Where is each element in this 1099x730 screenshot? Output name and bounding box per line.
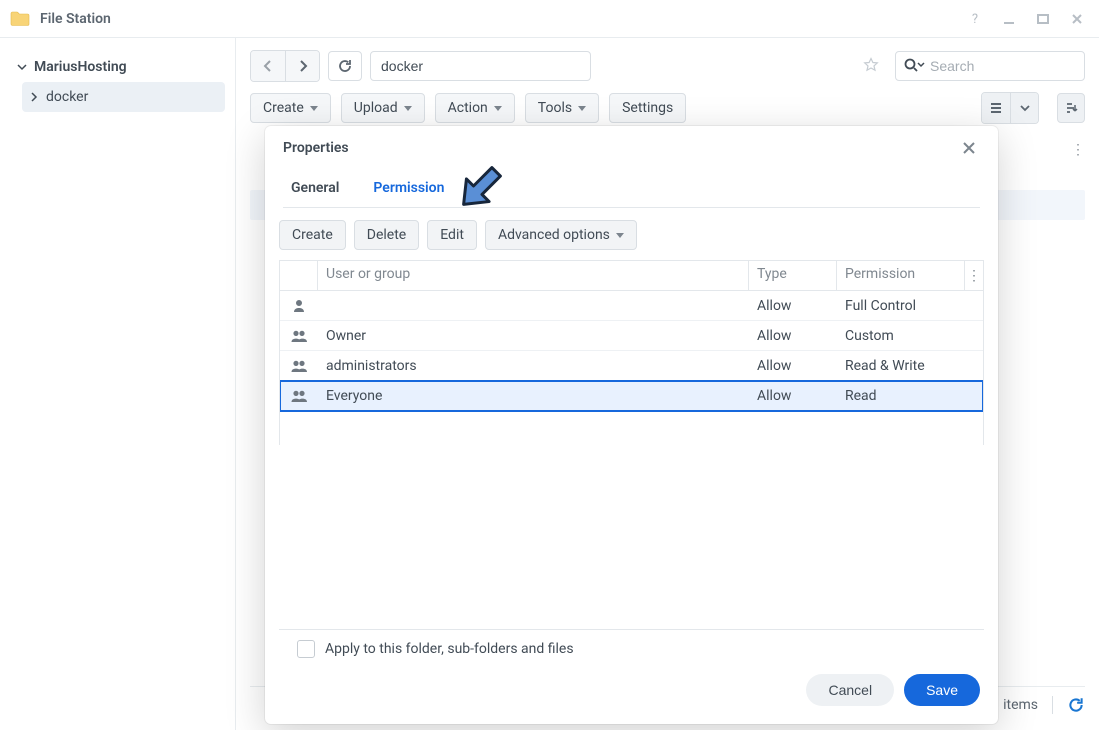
tree-root-label: MariusHosting <box>34 59 127 75</box>
group-icon <box>280 328 318 344</box>
settings-label: Settings <box>622 100 673 116</box>
view-dropdown-button[interactable] <box>1010 93 1038 123</box>
perm-edit-button[interactable]: Edit <box>427 220 477 250</box>
window-titlebar: File Station ? <box>0 0 1099 38</box>
row-overflow-icon[interactable]: ⋮ <box>1071 142 1085 158</box>
cell-permission: Read & Write <box>837 358 983 374</box>
table-row[interactable]: AllowFull Control <box>280 291 983 321</box>
cell-type: Allow <box>749 328 837 344</box>
upload-label: Upload <box>354 100 398 116</box>
sort-button[interactable] <box>1057 93 1085 123</box>
upload-button[interactable]: Upload <box>341 93 425 123</box>
chevron-down-icon <box>578 106 586 111</box>
col-type[interactable]: Type <box>749 261 837 290</box>
dialog-close-button[interactable] <box>958 137 980 159</box>
cell-permission: Full Control <box>837 298 983 314</box>
cell-type: Allow <box>749 298 837 314</box>
cell-user: administrators <box>318 358 749 374</box>
perm-delete-label: Delete <box>367 227 406 243</box>
perm-advanced-button[interactable]: Advanced options <box>485 220 637 250</box>
svg-text:?: ? <box>972 12 978 27</box>
tab-general[interactable]: General <box>283 170 347 208</box>
tree-item-label: docker <box>46 89 88 105</box>
cell-type: Allow <box>749 358 837 374</box>
status-divider <box>1052 696 1053 714</box>
tree-root[interactable]: MariusHosting <box>10 52 225 82</box>
help-button[interactable]: ? <box>963 7 987 31</box>
apply-recursive-checkbox[interactable] <box>297 640 315 658</box>
chevron-down-icon <box>616 233 624 238</box>
col-menu-icon[interactable]: ⋮ <box>965 261 983 290</box>
tab-general-label: General <box>291 180 339 196</box>
maximize-button[interactable] <box>1031 7 1055 31</box>
view-list-button[interactable] <box>982 93 1010 123</box>
action-label: Action <box>448 100 488 116</box>
reload-button[interactable] <box>328 51 362 81</box>
items-label: items <box>1003 697 1038 713</box>
save-button[interactable]: Save <box>904 674 980 706</box>
chevron-down-icon <box>404 106 412 111</box>
perm-create-label: Create <box>292 227 333 243</box>
col-user[interactable]: User or group <box>318 261 749 290</box>
nav-group <box>250 50 320 82</box>
group-icon <box>280 358 318 374</box>
cell-permission: Read <box>837 388 983 404</box>
nav-back-button[interactable] <box>251 51 285 81</box>
chevron-down-icon <box>494 106 502 111</box>
star-icon[interactable] <box>863 57 879 73</box>
table-header: User or group Type Permission ⋮ <box>280 261 983 291</box>
perm-edit-label: Edit <box>440 227 464 243</box>
col-permission[interactable]: Permission <box>837 261 965 290</box>
perm-delete-button[interactable]: Delete <box>354 220 419 250</box>
person-icon <box>280 298 318 314</box>
permissions-table: User or group Type Permission ⋮ AllowFul… <box>279 260 984 445</box>
apply-recursive-label: Apply to this folder, sub-folders and fi… <box>325 641 574 657</box>
perm-advanced-label: Advanced options <box>498 227 610 243</box>
cancel-button[interactable]: Cancel <box>806 674 894 706</box>
close-button[interactable] <box>1065 7 1089 31</box>
cell-user: Owner <box>318 328 749 344</box>
window-title: File Station <box>40 11 111 27</box>
tab-permission-label: Permission <box>373 180 444 196</box>
sidebar: MariusHosting docker <box>0 38 236 730</box>
properties-dialog: Properties General Permission Create Del… <box>265 126 998 724</box>
folder-icon <box>10 11 30 27</box>
dialog-title: Properties <box>283 140 349 156</box>
cell-permission: Custom <box>837 328 983 344</box>
chevron-down-icon <box>310 106 318 111</box>
cell-user: Everyone <box>318 388 749 404</box>
path-input[interactable] <box>370 51 591 81</box>
create-button[interactable]: Create <box>250 93 331 123</box>
search-icon <box>903 57 923 73</box>
create-label: Create <box>263 100 304 116</box>
tab-permission[interactable]: Permission <box>365 170 452 208</box>
action-button[interactable]: Action <box>435 93 515 123</box>
perm-create-button[interactable]: Create <box>279 220 346 250</box>
table-row[interactable]: OwnerAllowCustom <box>280 321 983 351</box>
nav-forward-button[interactable] <box>285 51 319 81</box>
settings-button[interactable]: Settings <box>609 93 686 123</box>
table-row[interactable]: administratorsAllowRead & Write <box>280 351 983 381</box>
group-icon <box>280 388 318 404</box>
tools-button[interactable]: Tools <box>525 93 599 123</box>
minimize-button[interactable] <box>997 7 1021 31</box>
cell-type: Allow <box>749 388 837 404</box>
caret-down-icon <box>16 61 28 73</box>
tools-label: Tools <box>538 100 572 116</box>
table-row[interactable]: EveryoneAllowRead <box>280 381 983 411</box>
tree-item-docker[interactable]: docker <box>22 82 225 112</box>
status-refresh-button[interactable] <box>1067 696 1085 714</box>
caret-right-icon <box>28 91 40 103</box>
